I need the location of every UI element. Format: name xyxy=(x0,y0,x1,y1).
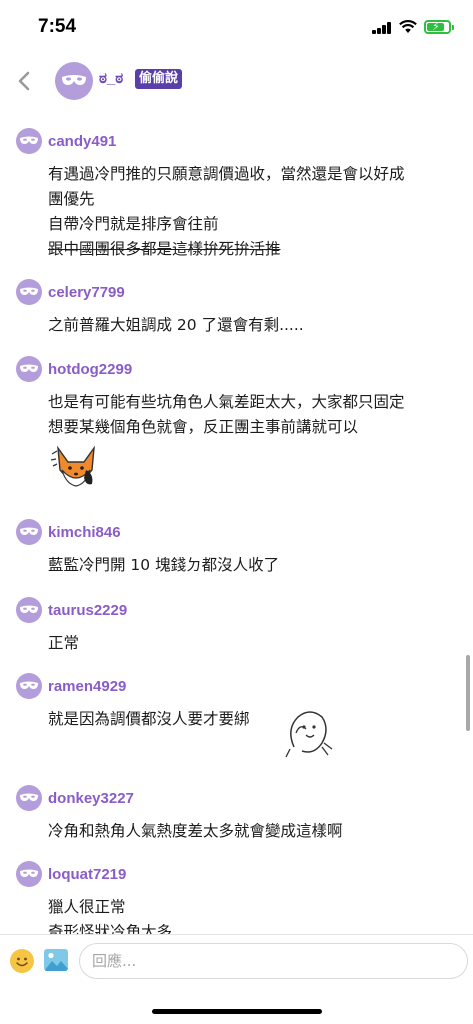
comment-line: 有遇過冷門推的只願意調價過收，當然還是會以好成 xyxy=(48,165,405,183)
board-name[interactable]: ಠ_ಠ xyxy=(99,70,123,87)
battery-icon: ⚡ xyxy=(424,20,454,34)
comment-username[interactable]: kimchi846 xyxy=(48,524,121,541)
comment-text: 有遇過冷門推的只願意調價過收，當然還是會以好成 團優先 自帶冷門就是排序會往前 … xyxy=(48,162,458,262)
mask-icon[interactable] xyxy=(16,356,42,382)
mask-icon[interactable] xyxy=(16,673,42,699)
mask-icon[interactable] xyxy=(16,861,42,887)
comment-text: 藍監冷門開 10 塊錢ㄉ都沒人收了 xyxy=(48,553,458,578)
comment-line: 獵人很正常 xyxy=(48,898,126,916)
comment-line: 自帶冷門就是排序會往前 xyxy=(48,215,219,233)
signal-icon xyxy=(372,22,392,34)
comment-line: 奇形怪狀冷角太多 xyxy=(48,923,173,934)
comment-line: 藍監冷門開 10 塊錢ㄉ都沒人收了 xyxy=(48,556,280,574)
image-icon[interactable] xyxy=(44,949,68,971)
reply-input[interactable] xyxy=(79,943,468,979)
chat-header: ಠ_ಠ 偷偷說 xyxy=(0,54,473,114)
comment-username[interactable]: loquat7219 xyxy=(48,866,126,883)
comment-line: 冷角和熱角人氣熱度差太多就會變成這樣啊 xyxy=(48,822,343,840)
comment-list[interactable]: candy491 有遇過冷門推的只願意調價過收，當然還是會以好成 團優先 自帶冷… xyxy=(0,114,473,934)
comment-line: 也是有可能有些坑角色人氣差距太大，大家都只固定 xyxy=(48,393,405,411)
mask-icon[interactable] xyxy=(16,128,42,154)
comment-username[interactable]: ramen4929 xyxy=(48,678,126,695)
comment-text: 也是有可能有些坑角色人氣差距太大，大家都只固定 想要某幾個角色就會，反正團主事前… xyxy=(48,390,458,440)
fox-sticker-icon xyxy=(50,445,95,487)
doodle-sticker-icon xyxy=(285,711,333,758)
comment-username[interactable]: taurus2229 xyxy=(48,602,127,619)
comment-username[interactable]: hotdog2299 xyxy=(48,361,132,378)
comment-text: 正常 xyxy=(48,631,458,656)
wifi-icon xyxy=(399,20,417,33)
status-bar: 7:54 ⚡ xyxy=(0,0,473,54)
anonymous-badge: 偷偷說 xyxy=(135,69,183,89)
comment-username[interactable]: celery7799 xyxy=(48,284,125,301)
comment-username[interactable]: candy491 xyxy=(48,133,116,150)
scrollbar[interactable] xyxy=(466,655,470,731)
comment-line: 團優先 xyxy=(48,190,95,208)
comment-line-strikethrough: 跟中國團很多都是這樣拚死拚活推 xyxy=(48,240,281,258)
comment-line: 正常 xyxy=(48,634,80,652)
comment-username[interactable]: donkey3227 xyxy=(48,790,134,807)
chevron-left-icon[interactable] xyxy=(12,66,38,96)
home-indicator[interactable] xyxy=(152,1009,322,1014)
comment-text: 獵人很正常 奇形怪狀冷角太多 xyxy=(48,895,458,934)
comment-text: 就是因為調價都沒人要才要綁 xyxy=(48,707,458,732)
comment-line: 想要某幾個角色就會，反正團主事前講就可以 xyxy=(48,418,359,436)
comment-line: 就是因為調價都沒人要才要綁 xyxy=(48,710,250,728)
comment-text: 冷角和熱角人氣熱度差太多就會變成這樣啊 xyxy=(48,819,458,844)
comment-text: 之前普羅大姐調成 20 了還會有剩..... xyxy=(48,313,458,338)
mask-icon[interactable] xyxy=(16,519,42,545)
status-time: 7:54 xyxy=(38,16,77,37)
emoji-icon[interactable] xyxy=(10,949,34,973)
mask-icon[interactable] xyxy=(55,62,93,100)
reply-bar xyxy=(0,934,473,1024)
mask-icon[interactable] xyxy=(16,279,42,305)
mask-icon[interactable] xyxy=(16,785,42,811)
mask-icon[interactable] xyxy=(16,597,42,623)
comment-line: 之前普羅大姐調成 20 了還會有剩..... xyxy=(48,316,304,334)
